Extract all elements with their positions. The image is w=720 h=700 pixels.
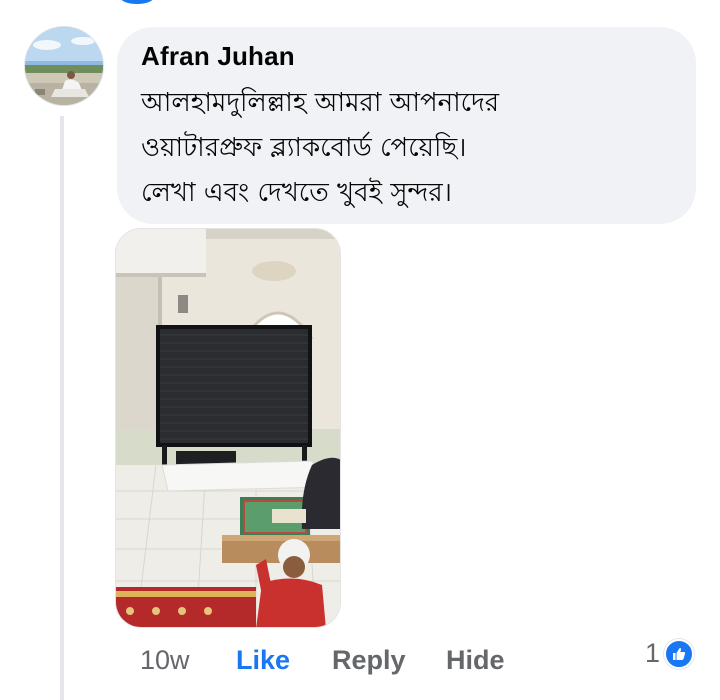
thread-connector-line <box>60 116 64 700</box>
comment-attached-photo[interactable] <box>115 228 341 628</box>
reaction-count: 1 <box>644 638 660 668</box>
reaction-summary[interactable]: 1 <box>645 638 694 669</box>
comment-author-name[interactable]: Afran Juhan <box>141 41 672 71</box>
avatar-photo <box>25 27 103 105</box>
comment-thread: Afran Juhan আলহামদুলিল্লাহ আমরা আপনাদের … <box>0 0 720 700</box>
comment-bubble: Afran Juhan আলহামদুলিল্লাহ আমরা আপনাদের … <box>117 27 696 224</box>
reaction-icon-partial <box>120 0 154 4</box>
comment-text-line-2: ওয়াটারপ্রুফ ব্ল্যাকবোর্ড পেয়েছি। <box>141 133 467 163</box>
reply-button[interactable]: Reply <box>332 645 446 676</box>
comment-text: আলহামদুলিল্লাহ আমরা আপনাদের ওয়াটারপ্রুফ… <box>141 81 672 216</box>
comment-text-line-1: আলহামদুলিল্লাহ আমরা আপনাদের <box>141 88 500 118</box>
comment-timestamp[interactable]: 10w <box>140 645 236 676</box>
comment-text-line-3: লেখা এবং দেখতে খুবই সুন্দর। <box>141 178 452 208</box>
classroom-blackboard-image <box>116 229 340 627</box>
comment-actions: 10w Like Reply Hide <box>140 640 505 680</box>
avatar[interactable] <box>24 26 104 106</box>
hide-button[interactable]: Hide <box>446 645 505 676</box>
like-button[interactable]: Like <box>236 645 332 676</box>
like-thumb-icon <box>664 638 694 669</box>
